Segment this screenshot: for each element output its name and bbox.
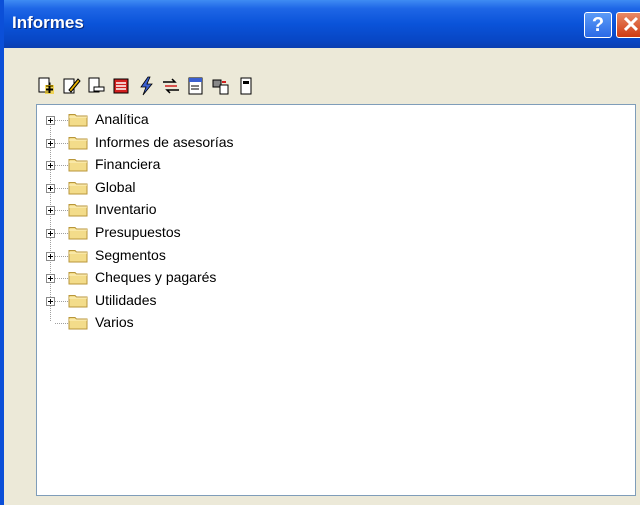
close-icon: ✕ (621, 12, 640, 37)
expand-icon[interactable] (46, 251, 55, 261)
tree-item[interactable]: Global (37, 177, 597, 199)
expand-icon[interactable] (46, 274, 55, 284)
remove-report-icon (88, 77, 105, 93)
tree-item[interactable]: Informes de asesorías (37, 132, 597, 154)
tree-item-label: Informes de asesorías (95, 133, 234, 150)
informes-window: Informes ? ✕ Analítica Informes de aseso… (0, 0, 640, 505)
tree-item-label: Presupuestos (95, 224, 181, 240)
properties-button[interactable] (109, 74, 133, 98)
tree-item[interactable]: Segmentos (37, 245, 597, 267)
tree-item[interactable]: Cheques y pagarés (37, 267, 597, 289)
print-button[interactable] (209, 74, 233, 98)
properties-icon (113, 78, 129, 94)
tree-item[interactable]: Analítica (37, 109, 597, 131)
expand-icon[interactable] (46, 183, 55, 193)
add-report-icon (38, 77, 54, 94)
expand-icon[interactable] (46, 161, 55, 171)
settings-icon (240, 77, 252, 95)
tree-branch-line (55, 142, 68, 144)
tree-item[interactable]: Inventario (37, 199, 597, 221)
folder-icon (68, 225, 88, 240)
folder-icon (68, 157, 88, 172)
settings-button[interactable] (234, 74, 258, 98)
print-icon (212, 79, 229, 95)
tree-branch-line (55, 255, 68, 257)
tree-item-label: Inventario (95, 201, 157, 218)
tree-item[interactable]: Varios (37, 312, 597, 334)
expand-icon[interactable] (46, 296, 55, 306)
tree-branch-line (55, 323, 68, 325)
remove-report-button[interactable] (84, 74, 108, 98)
tree-branch-line (55, 165, 68, 167)
folder-icon (68, 202, 88, 217)
transfer-icon (163, 78, 179, 94)
tree-item[interactable]: Presupuestos (37, 222, 597, 244)
folder-icon (68, 112, 88, 127)
run-button[interactable] (134, 74, 158, 98)
tree-branch-line (55, 278, 68, 280)
add-report-button[interactable] (34, 74, 58, 98)
help-button[interactable]: ? (584, 12, 612, 38)
tree-branch-line (55, 300, 68, 302)
tree-item-label: Cheques y pagarés (95, 269, 217, 286)
folder-icon (68, 270, 88, 285)
help-icon: ? (591, 13, 605, 36)
close-button[interactable]: ✕ (616, 12, 640, 38)
folder-icon (68, 315, 88, 330)
edit-report-icon (63, 78, 81, 94)
expand-icon[interactable] (46, 206, 55, 216)
tree-item[interactable]: Utilidades (37, 290, 597, 312)
title-bar[interactable]: Informes ? ✕ (4, 0, 640, 48)
tree-item-label: Financiera (95, 156, 161, 173)
expand-icon[interactable] (46, 229, 55, 238)
tree-branch-line (55, 210, 68, 212)
expand-icon[interactable] (46, 138, 55, 148)
folder-icon (68, 248, 88, 263)
tree-branch-line (55, 120, 68, 121)
edit-report-button[interactable] (59, 74, 83, 98)
folder-icon (68, 180, 88, 195)
tree-item-label: Segmentos (95, 246, 166, 263)
tree-item[interactable]: Financiera (37, 154, 597, 176)
tree-item-label: Varios (95, 314, 134, 331)
run-icon (140, 76, 153, 96)
reports-tree[interactable]: Analítica Informes de asesorías Financiera… (36, 104, 636, 496)
report-toolbar (34, 72, 259, 100)
tree-item-label: Analítica (95, 111, 149, 127)
tree-branch-line (55, 233, 68, 234)
tree-item-label: Global (95, 178, 136, 195)
transfer-button[interactable] (159, 74, 183, 98)
preview-button[interactable] (184, 74, 208, 98)
folder-icon (68, 135, 88, 150)
preview-icon (188, 77, 203, 95)
window-title: Informes (12, 13, 84, 32)
folder-icon (68, 293, 88, 308)
tree-item-label: Utilidades (95, 291, 157, 308)
expand-icon[interactable] (46, 116, 55, 125)
tree-branch-line (55, 187, 68, 189)
